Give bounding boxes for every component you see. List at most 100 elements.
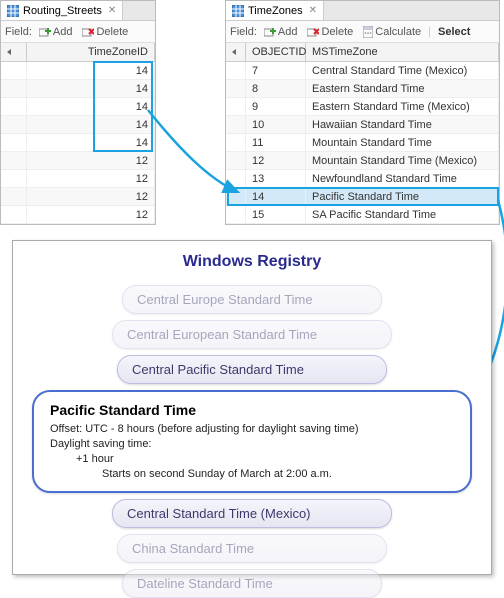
cell-objectid: 14 [246, 188, 306, 205]
cell-timezoneid: 14 [27, 98, 155, 115]
cell-timezoneid: 12 [27, 170, 155, 187]
delete-button[interactable]: Delete [304, 25, 356, 39]
calculate-button[interactable]: Calculate [360, 25, 424, 39]
chevron-left-icon [7, 49, 11, 55]
table-row[interactable]: 14 [1, 116, 155, 134]
tz-dst-start: Starts on second Sunday of March at 2:00… [50, 467, 454, 482]
tz-dst-offset: +1 hour [50, 452, 454, 467]
add-icon [264, 26, 276, 38]
row-handle[interactable] [226, 116, 246, 133]
cell-objectid: 15 [246, 206, 306, 223]
cell-timezoneid: 12 [27, 188, 155, 205]
delete-icon [82, 26, 94, 38]
table-row[interactable]: 7Central Standard Time (Mexico) [226, 62, 499, 80]
delete-label: Delete [96, 26, 128, 38]
table-row[interactable]: 12 [1, 206, 155, 224]
table-row[interactable]: 11Mountain Standard Time [226, 134, 499, 152]
registry-entry-expanded: Pacific Standard Time Offset: UTC - 8 ho… [32, 390, 472, 493]
row-handle[interactable] [1, 152, 27, 169]
row-handle[interactable] [226, 188, 246, 205]
table-icon [232, 5, 244, 17]
delete-icon [307, 26, 319, 38]
table-row[interactable]: 14Pacific Standard Time [226, 188, 499, 206]
cell-objectid: 13 [246, 170, 306, 187]
row-handle[interactable] [1, 188, 27, 205]
close-icon[interactable]: ✕ [309, 5, 317, 16]
select-button[interactable]: Select [435, 25, 473, 39]
column-header-row: TimeZoneID [1, 43, 155, 62]
chevron-left-icon [232, 49, 236, 55]
row-handle[interactable] [1, 116, 27, 133]
table-row[interactable]: 14 [1, 80, 155, 98]
timezones-table: TimeZones ✕ Field: Add Delete Calculate … [225, 0, 500, 225]
add-button[interactable]: Add [261, 25, 301, 39]
data-rows: 141414141412121212 [1, 62, 155, 224]
calc-label: Calculate [375, 26, 421, 38]
row-handle[interactable] [226, 80, 246, 97]
tz-dst-label: Daylight saving time: [50, 437, 454, 452]
row-handle[interactable] [1, 98, 27, 115]
table-row[interactable]: 12 [1, 188, 155, 206]
row-handle[interactable] [1, 62, 27, 79]
table-row[interactable]: 14 [1, 62, 155, 80]
table-row[interactable]: 12 [1, 170, 155, 188]
table-row[interactable]: 14 [1, 98, 155, 116]
row-handle[interactable] [1, 206, 27, 223]
routing-streets-table: Routing_Streets ✕ Field: Add Delete Time… [0, 0, 156, 225]
windows-registry-panel: Windows Registry Central Europe Standard… [12, 240, 492, 575]
cell-objectid: 12 [246, 152, 306, 169]
cell-timezoneid: 14 [27, 134, 155, 151]
data-rows: 7Central Standard Time (Mexico)8Eastern … [226, 62, 499, 224]
table-row[interactable]: 14 [1, 134, 155, 152]
cell-timezoneid: 14 [27, 62, 155, 79]
cell-timezoneid: 14 [27, 116, 155, 133]
table-row[interactable]: 8Eastern Standard Time [226, 80, 499, 98]
row-handle[interactable] [1, 80, 27, 97]
row-handle[interactable] [226, 152, 246, 169]
add-label: Add [278, 26, 298, 38]
registry-entry: Dateline Standard Time [122, 569, 382, 598]
registry-title: Windows Registry [25, 253, 479, 271]
row-handle[interactable] [226, 98, 246, 115]
column-mstimezone[interactable]: MSTimeZone [306, 43, 499, 61]
close-icon[interactable]: ✕ [108, 5, 116, 16]
registry-entry: China Standard Time [117, 534, 387, 563]
table-row[interactable]: 9Eastern Standard Time (Mexico) [226, 98, 499, 116]
table-icon [7, 5, 19, 17]
table-row[interactable]: 12Mountain Standard Time (Mexico) [226, 152, 499, 170]
table-row[interactable]: 12 [1, 152, 155, 170]
add-button[interactable]: Add [36, 25, 76, 39]
cell-timezoneid: 12 [27, 152, 155, 169]
toolbar: Field: Add Delete [1, 21, 155, 43]
table-row[interactable]: 10Hawaiian Standard Time [226, 116, 499, 134]
tab-bar: TimeZones ✕ [226, 1, 499, 21]
row-handle[interactable] [226, 206, 246, 223]
row-handle[interactable] [226, 62, 246, 79]
delete-button[interactable]: Delete [79, 25, 131, 39]
row-handle[interactable] [1, 170, 27, 187]
tab-routing-streets[interactable]: Routing_Streets ✕ [1, 1, 123, 20]
cell-timezoneid: 12 [27, 206, 155, 223]
cell-mstimezone: Eastern Standard Time (Mexico) [306, 98, 499, 115]
cell-mstimezone: Pacific Standard Time [306, 188, 499, 205]
expand-column[interactable] [1, 43, 27, 61]
cell-objectid: 9 [246, 98, 306, 115]
cell-timezoneid: 14 [27, 80, 155, 97]
cell-objectid: 11 [246, 134, 306, 151]
cell-mstimezone: Eastern Standard Time [306, 80, 499, 97]
column-timezoneid[interactable]: TimeZoneID [27, 43, 155, 61]
add-icon [39, 26, 51, 38]
delete-label: Delete [321, 26, 353, 38]
row-handle[interactable] [1, 134, 27, 151]
row-handle[interactable] [226, 134, 246, 151]
tab-timezones[interactable]: TimeZones ✕ [226, 1, 324, 20]
cell-mstimezone: Central Standard Time (Mexico) [306, 62, 499, 79]
row-handle[interactable] [226, 170, 246, 187]
registry-entry: Central Standard Time (Mexico) [112, 499, 392, 528]
tz-name: Pacific Standard Time [50, 402, 454, 418]
expand-column[interactable] [226, 43, 246, 61]
tz-offset: Offset: UTC - 8 hours (before adjusting … [50, 422, 454, 437]
table-row[interactable]: 13Newfoundland Standard Time [226, 170, 499, 188]
column-objectid[interactable]: OBJECTID [246, 43, 306, 61]
table-row[interactable]: 15SA Pacific Standard Time [226, 206, 499, 224]
